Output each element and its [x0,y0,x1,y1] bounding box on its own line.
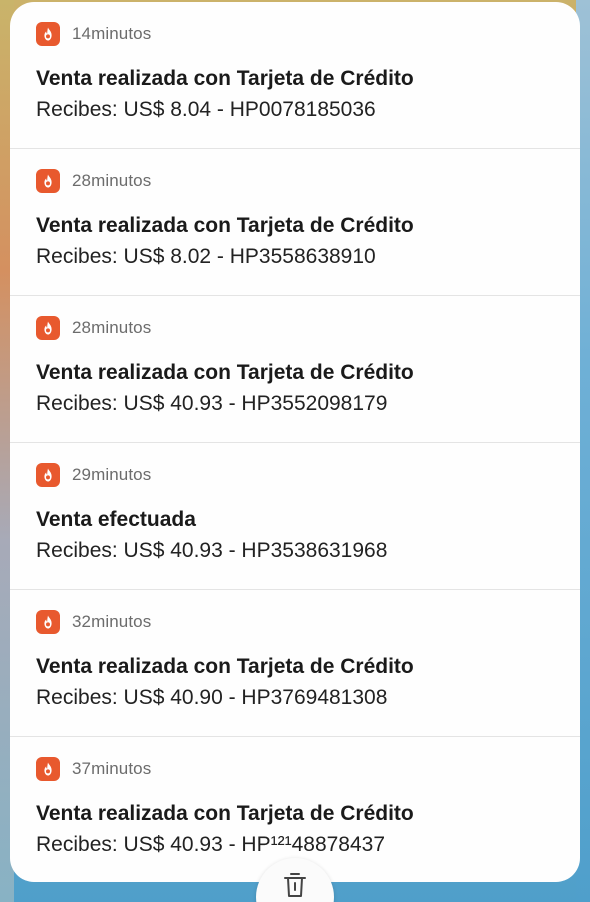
notification-header: 28minutos [36,169,554,193]
notification-title: Venta realizada con Tarjeta de Crédito [36,802,414,825]
notification-item[interactable]: 14minutos Venta realizada con Tarjeta de… [10,2,580,149]
notification-body: Recibes: US$ 40.90 - HP3769481308 [36,686,388,709]
notification-time: 28minutos [72,171,152,190]
notification-body: Recibes: US$ 8.02 - HP3558638910 [36,245,376,268]
hotmart-flame-icon [36,169,60,193]
hotmart-flame-icon [36,22,60,46]
hotmart-flame-icon [36,610,60,634]
hotmart-flame-icon [36,316,60,340]
notification-item[interactable]: 29minutos Venta efectuada Recibes: US$ 4… [10,443,580,590]
notification-item[interactable]: 28minutos Venta realizada con Tarjeta de… [10,149,580,296]
notification-header: 28minutos [36,316,554,340]
notification-header: 14minutos [36,22,554,46]
notification-title: Venta realizada con Tarjeta de Crédito [36,214,414,237]
notification-title: Venta realizada con Tarjeta de Crédito [36,655,414,678]
hotmart-flame-icon [36,757,60,781]
notification-item[interactable]: 28minutos Venta realizada con Tarjeta de… [10,296,580,443]
notification-header: 37minutos [36,757,554,781]
notification-title: Venta efectuada [36,508,196,531]
notification-header: 32minutos [36,610,554,634]
notification-body: Recibes: US$ 40.93 - HP¹²¹48878437 [36,833,386,856]
notification-time: 28minutos [72,318,152,337]
notification-body: Recibes: US$ 40.93 - HP3538631968 [36,539,388,562]
hotmart-flame-icon [36,463,60,487]
notification-time: 14minutos [72,24,152,43]
notification-body: Recibes: US$ 8.04 - HP0078185036 [36,98,376,121]
notification-title: Venta realizada con Tarjeta de Crédito [36,361,414,384]
notification-time: 32minutos [72,612,152,631]
notification-panel: 14minutos Venta realizada con Tarjeta de… [10,2,580,882]
notification-time: 29minutos [72,465,152,484]
notification-time: 37minutos [72,759,152,778]
trash-icon [280,870,310,902]
notification-body: Recibes: US$ 40.93 - HP3552098179 [36,392,388,415]
notification-item[interactable]: 32minutos Venta realizada con Tarjeta de… [10,590,580,737]
notification-title: Venta realizada con Tarjeta de Crédito [36,67,414,90]
notification-header: 29minutos [36,463,554,487]
